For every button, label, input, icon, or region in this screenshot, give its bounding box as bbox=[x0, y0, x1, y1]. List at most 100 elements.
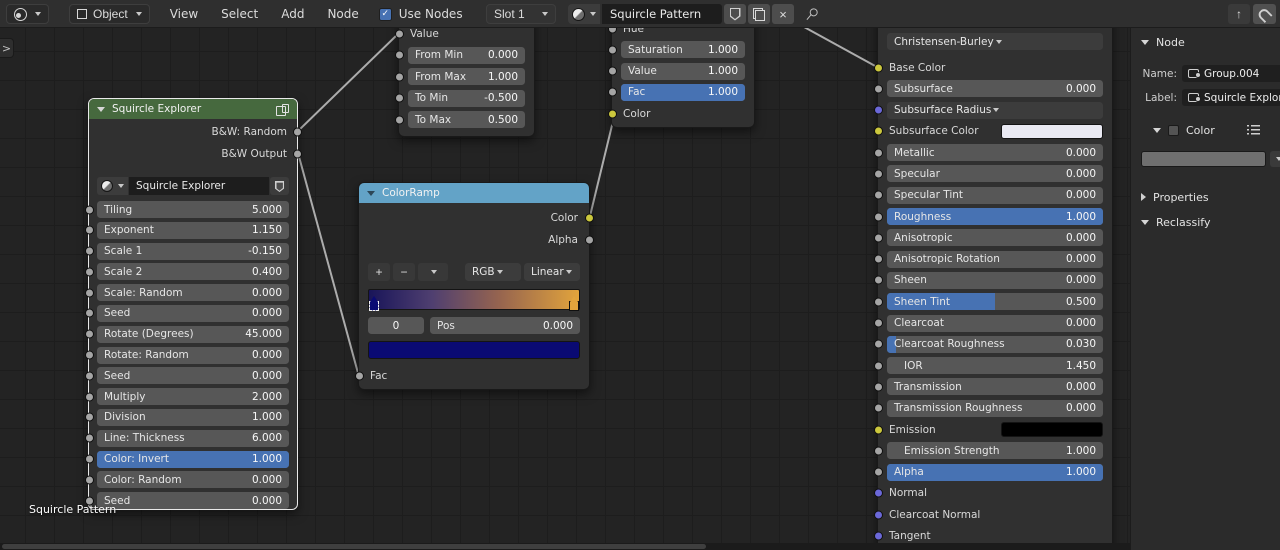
clearcoat-slider[interactable]: Clearcoat 0.000 bbox=[887, 314, 1103, 332]
fac-socket[interactable] bbox=[354, 371, 364, 380]
color-panel-header[interactable]: Color bbox=[1131, 122, 1280, 138]
from-max-slider[interactable]: From Max 1.000 bbox=[408, 68, 525, 86]
scale-1-socket[interactable] bbox=[84, 246, 94, 256]
seed-slider[interactable]: Seed 0.000 bbox=[97, 492, 289, 510]
emission-strength-slider[interactable]: Emission Strength 1.000 bbox=[887, 442, 1103, 460]
ior-row[interactable]: IOR 1.450 bbox=[873, 357, 1103, 375]
roughness-slider[interactable]: Roughness 1.000 bbox=[887, 208, 1103, 226]
node-hue-saturation[interactable]: Hue Saturation 1.000 Value 1.000 Fac 1.000 Colo… bbox=[607, 28, 755, 128]
alpha-socket[interactable] bbox=[873, 467, 883, 477]
menu-select[interactable]: Select bbox=[221, 7, 258, 21]
seed-socket[interactable] bbox=[84, 308, 94, 318]
subsurface-slider[interactable]: Subsurface 0.000 bbox=[887, 80, 1103, 98]
transmission-socket[interactable] bbox=[873, 382, 883, 392]
material-name-field[interactable]: Squircle Pattern bbox=[602, 4, 722, 24]
rotate-random-socket[interactable] bbox=[84, 350, 94, 360]
alpha-row[interactable]: Alpha 1.000 bbox=[873, 463, 1103, 481]
metallic-socket[interactable] bbox=[873, 148, 883, 158]
roughness-row[interactable]: Roughness 1.000 bbox=[873, 208, 1103, 226]
value-row[interactable]: Value 1.000 bbox=[607, 62, 745, 80]
metallic-slider[interactable]: Metallic 0.000 bbox=[887, 144, 1103, 162]
menu-node[interactable]: Node bbox=[327, 7, 358, 21]
clearcoat-row[interactable]: Clearcoat 0.000 bbox=[873, 314, 1103, 332]
value-slider[interactable]: Value 1.000 bbox=[621, 62, 745, 80]
color-invert-row[interactable]: Color: Invert 1.000 bbox=[84, 450, 289, 468]
clearcoat-roughness-socket[interactable] bbox=[873, 339, 883, 349]
sheen-tint-slider[interactable]: Sheen Tint 0.500 bbox=[887, 293, 1103, 311]
browse-material-button[interactable] bbox=[568, 4, 600, 24]
specular-slider[interactable]: Specular 0.000 bbox=[887, 165, 1103, 183]
from-min-socket[interactable] bbox=[394, 50, 404, 60]
anisotropic-slider[interactable]: Anisotropic 0.000 bbox=[887, 229, 1103, 247]
editor-type-dropdown[interactable] bbox=[6, 4, 49, 24]
to-min-row[interactable]: To Min -0.500 bbox=[394, 89, 525, 107]
transmission-roughness-row[interactable]: Transmission Roughness 0.000 bbox=[873, 399, 1103, 417]
multiply-slider[interactable]: Multiply 2.000 bbox=[97, 388, 289, 406]
subsurface-radius-dropdown[interactable]: Subsurface Radius bbox=[887, 101, 1103, 119]
anisotropic-rotation-slider[interactable]: Anisotropic Rotation 0.000 bbox=[887, 250, 1103, 268]
node-squircle-explorer[interactable]: Squircle Explorer B&W: Random B&W Output … bbox=[84, 98, 302, 510]
scale-1-row[interactable]: Scale 1 -0.150 bbox=[84, 242, 289, 260]
seed-slider[interactable]: Seed 0.000 bbox=[97, 367, 289, 385]
node-name-field[interactable]: Group.004 bbox=[1182, 65, 1280, 82]
from-min-row[interactable]: From Min 0.000 bbox=[394, 46, 525, 64]
emission-row[interactable]: Emission bbox=[873, 421, 1103, 438]
alpha-slider[interactable]: Alpha 1.000 bbox=[887, 463, 1103, 481]
remove-stop-button[interactable]: − bbox=[393, 263, 415, 281]
color-random-row[interactable]: Color: Random 0.000 bbox=[84, 471, 289, 489]
gradient-stop-0[interactable] bbox=[369, 296, 379, 311]
node-map-range[interactable]: Value From Min 0.000 From Max 1.000 To Min -0.… bbox=[394, 28, 535, 137]
specular-tint-row[interactable]: Specular Tint 0.000 bbox=[873, 186, 1103, 204]
tiling-row[interactable]: Tiling 5.000 bbox=[84, 201, 289, 218]
specular-tint-slider[interactable]: Specular Tint 0.000 bbox=[887, 186, 1103, 204]
exponent-socket[interactable] bbox=[84, 225, 94, 235]
subsurface-color-swatch[interactable] bbox=[1001, 123, 1103, 139]
transmission-row[interactable]: Transmission 0.000 bbox=[873, 378, 1103, 396]
emission-strength-socket[interactable] bbox=[873, 446, 883, 456]
division-row[interactable]: Division 1.000 bbox=[84, 408, 289, 426]
menu-add[interactable]: Add bbox=[281, 7, 304, 21]
horizontal-scrollbar[interactable] bbox=[0, 543, 1130, 550]
rotate-random-row[interactable]: Rotate: Random 0.000 bbox=[84, 346, 289, 364]
fac-row[interactable]: Fac 1.000 bbox=[607, 83, 745, 101]
unlink-material-button[interactable]: × bbox=[772, 4, 794, 24]
anisotropic-row[interactable]: Anisotropic 0.000 bbox=[873, 229, 1103, 247]
clearcoat-socket[interactable] bbox=[873, 318, 883, 328]
scale-random-row[interactable]: Scale: Random 0.000 bbox=[84, 284, 289, 302]
node-header[interactable]: Squircle Explorer bbox=[89, 99, 297, 119]
rotate-degrees-socket[interactable] bbox=[84, 329, 94, 339]
sheen-tint-row[interactable]: Sheen Tint 0.500 bbox=[873, 293, 1103, 311]
stop-position-field[interactable]: Pos 0.000 bbox=[430, 317, 580, 334]
seed-row[interactable]: Seed 0.000 bbox=[84, 304, 289, 322]
colorramp-menu-button[interactable] bbox=[418, 263, 448, 281]
browse-group-button[interactable] bbox=[97, 177, 128, 195]
color-invert-slider[interactable]: Color: Invert 1.000 bbox=[97, 450, 289, 468]
to-max-socket[interactable] bbox=[394, 115, 404, 125]
seed-socket[interactable] bbox=[84, 371, 94, 381]
scale-1-slider[interactable]: Scale 1 -0.150 bbox=[97, 242, 289, 260]
value-socket[interactable] bbox=[394, 29, 404, 38]
rotate-degrees-row[interactable]: Rotate (Degrees) 45.000 bbox=[84, 325, 289, 343]
sheen-slider[interactable]: Sheen 0.000 bbox=[887, 271, 1103, 289]
sidebar-color-swatch[interactable] bbox=[1141, 150, 1266, 167]
clearcoat-roughness-slider[interactable]: Clearcoat Roughness 0.030 bbox=[887, 335, 1103, 353]
from-min-slider[interactable]: From Min 0.000 bbox=[408, 46, 525, 64]
line-thickness-slider[interactable]: Line: Thickness 6.000 bbox=[97, 429, 289, 447]
subsurface-socket[interactable] bbox=[873, 84, 883, 94]
tiling-slider[interactable]: Tiling 5.000 bbox=[97, 201, 289, 218]
anisotropic-socket[interactable] bbox=[873, 233, 883, 243]
colorramp-color-swatch[interactable] bbox=[368, 341, 580, 359]
from-max-row[interactable]: From Max 1.000 bbox=[394, 68, 525, 86]
interpolation-dropdown[interactable]: Linear bbox=[524, 263, 580, 281]
color-mode-dropdown[interactable]: RGB bbox=[465, 263, 521, 281]
saturation-row[interactable]: Saturation 1.000 bbox=[607, 41, 745, 59]
multiply-row[interactable]: Multiply 2.000 bbox=[84, 388, 289, 406]
node-canvas[interactable]: Value From Min 0.000 From Max 1.000 To Min -0.… bbox=[0, 28, 1130, 550]
line-thickness-socket[interactable] bbox=[84, 433, 94, 443]
reclassify-panel-header[interactable]: Reclassify bbox=[1131, 214, 1280, 230]
subsurface-color-socket[interactable] bbox=[873, 126, 883, 136]
subsurface-radius-row[interactable]: Subsurface Radius bbox=[873, 101, 1103, 119]
division-socket[interactable] bbox=[84, 412, 94, 422]
menu-view[interactable]: View bbox=[170, 7, 198, 21]
node-principled-bsdf[interactable]: Christensen-Burley Base Color Subsurface 0.… bbox=[873, 28, 1113, 550]
